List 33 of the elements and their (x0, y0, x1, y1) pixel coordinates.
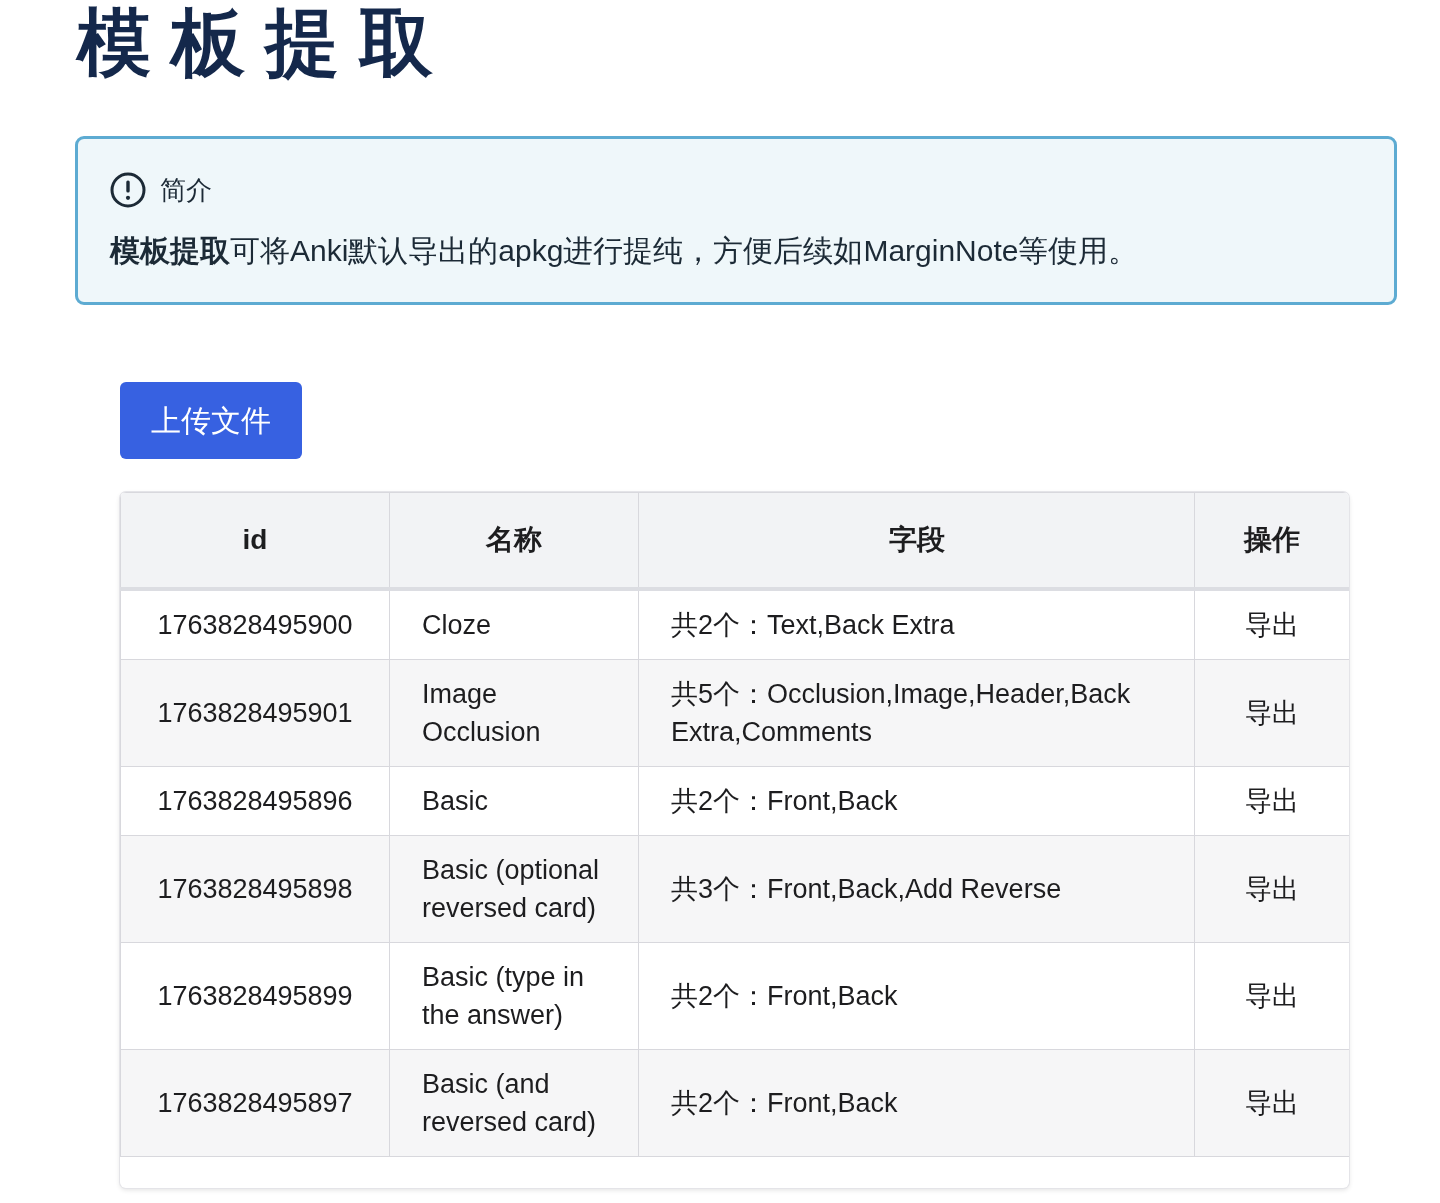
export-button[interactable]: 导出 (1245, 693, 1299, 732)
table-cell: Basic (optional reversed card) (389, 835, 639, 942)
table-cell: 1763828495898 (120, 835, 390, 942)
table-header-cell: id (120, 492, 390, 589)
table-cell: 共2个：Front,Back (638, 942, 1195, 1049)
table-cell: 1763828495901 (120, 659, 390, 766)
export-button[interactable]: 导出 (1245, 1083, 1299, 1122)
callout-heading: 简介 (160, 174, 212, 207)
table-header-cell: 字段 (638, 492, 1195, 589)
table-cell: Cloze (389, 588, 639, 659)
table-cell: 1763828495897 (120, 1049, 390, 1156)
table-cell: Basic (389, 766, 639, 835)
export-button[interactable]: 导出 (1245, 781, 1299, 820)
table-cell: 共5个：Occlusion,Image,Header,Back Extra,Comments (638, 659, 1195, 766)
table-cell: 共2个：Front,Back (638, 766, 1195, 835)
table-cell: Basic (and reversed card) (389, 1049, 639, 1156)
table-cell: Image Occlusion (389, 659, 639, 766)
export-button[interactable]: 导出 (1245, 869, 1299, 908)
callout-text: 模板提取可将Anki默认导出的apkg进行提纯，方便后续如MarginNote等使用。 (110, 233, 1140, 269)
table-header-cell: 名称 (389, 492, 639, 589)
table-header-cell: 操作 (1194, 492, 1349, 589)
table-cell: 共2个：Text,Back Extra (638, 588, 1195, 659)
table-cell: 共3个：Front,Back,Add Reverse (638, 835, 1195, 942)
export-button[interactable]: 导出 (1245, 605, 1299, 644)
export-button[interactable]: 导出 (1245, 976, 1299, 1015)
table-cell: 1763828495900 (120, 588, 390, 659)
table-cell: Basic (type in the answer) (389, 942, 639, 1049)
table-cell: 共2个：Front,Back (638, 1049, 1195, 1156)
exclamation-circle-icon (110, 172, 146, 208)
page-title: 模板提取 (77, 6, 453, 80)
upload-button[interactable]: 上传文件 (120, 382, 302, 459)
table-cell: 1763828495899 (120, 942, 390, 1049)
table-cell: 1763828495896 (120, 766, 390, 835)
